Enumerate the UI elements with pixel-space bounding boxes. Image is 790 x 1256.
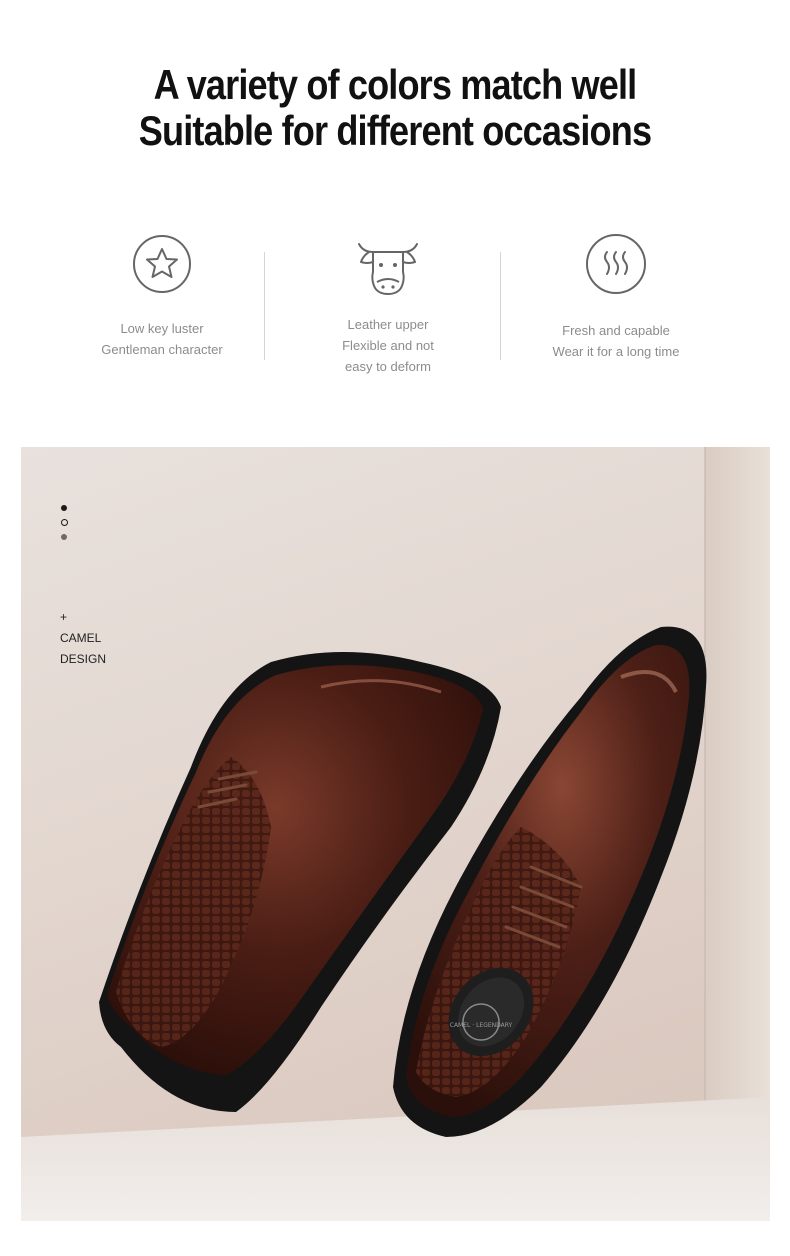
plus-sign: +: [60, 610, 68, 624]
feature-text: Low key luster Gentleman character: [47, 318, 277, 360]
dot-filled: [61, 505, 67, 511]
feature-text: Leather upper Flexible and not easy to d…: [273, 314, 503, 377]
brand-design: DESIGN: [60, 652, 107, 666]
brand-block: + CAMEL DESIGN: [60, 607, 106, 670]
shoes-illustration: CAMEL · LEGENDARY: [21, 447, 770, 1221]
cow-icon: [358, 243, 418, 295]
star-icon: [133, 235, 191, 293]
feature-fresh-capable: Fresh and capable Wear it for a long tim…: [501, 232, 731, 362]
feature-low-key-luster: Low key luster Gentleman character: [47, 232, 277, 360]
feature-line: Wear it for a long time: [552, 344, 680, 359]
dot-hollow: [61, 519, 68, 526]
insole-logo: CAMEL · LEGENDARY: [450, 1022, 513, 1029]
dot-grey: [61, 534, 67, 540]
feature-text: Fresh and capable Wear it for a long tim…: [501, 320, 731, 362]
feature-line: Leather upper: [347, 317, 429, 332]
divider: [264, 252, 265, 360]
feature-line: Gentleman character: [101, 342, 223, 357]
heat-waves-icon: [586, 234, 646, 294]
brand-camel: CAMEL: [60, 631, 102, 645]
feature-line: Fresh and capable: [562, 323, 670, 338]
feature-line: easy to deform: [345, 359, 431, 374]
feature-line: Flexible and not: [342, 338, 434, 353]
feature-row: Low key luster Gentleman character Leath…: [0, 232, 790, 392]
headline: A variety of colors match well Suitable …: [0, 62, 790, 154]
pagination-dots: [61, 505, 68, 548]
product-photo: CAMEL · LEGENDARY + CAMEL DESIGN: [21, 447, 770, 1221]
headline-line-1: A variety of colors match well: [153, 61, 638, 108]
feature-leather-upper: Leather upper Flexible and not easy to d…: [273, 232, 503, 377]
feature-line: Low key luster: [120, 321, 204, 336]
headline-line-2: Suitable for different occasions: [138, 107, 652, 154]
